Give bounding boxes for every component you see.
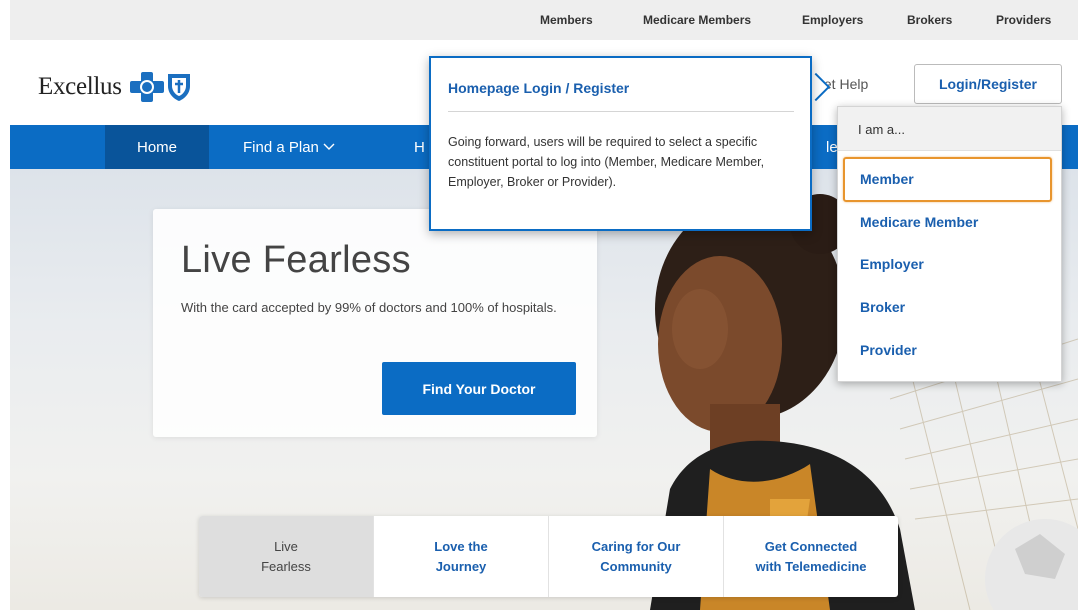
dropdown-item-broker[interactable]: Broker bbox=[860, 299, 905, 315]
tab-telemedicine[interactable]: Get Connected with Telemedicine bbox=[723, 516, 898, 597]
feature-tabs: Live Fearless Love the Journey Caring fo… bbox=[199, 516, 898, 597]
utility-link-providers[interactable]: Providers bbox=[996, 13, 1051, 27]
chevron-down-icon bbox=[323, 143, 335, 150]
login-info-popup: Homepage Login / Register Going forward,… bbox=[429, 56, 812, 231]
dropdown-header-label: I am a... bbox=[858, 122, 905, 137]
nav-item-find-plan[interactable]: Find a Plan bbox=[243, 125, 335, 169]
logo-wordmark: Excellus bbox=[38, 73, 122, 100]
tab-live-fearless[interactable]: Live Fearless bbox=[199, 516, 373, 597]
login-portal-dropdown: I am a... Member Medicare Member Employe… bbox=[837, 106, 1062, 382]
nav-item-home[interactable]: Home bbox=[105, 125, 209, 169]
hero-title: Live Fearless bbox=[181, 239, 411, 281]
popup-divider bbox=[448, 111, 794, 112]
utility-link-employers[interactable]: Employers bbox=[802, 13, 863, 27]
utility-link-brokers[interactable]: Brokers bbox=[907, 13, 952, 27]
popup-title: Homepage Login / Register bbox=[448, 80, 630, 96]
utility-bar: Members Medicare Members Employers Broke… bbox=[10, 0, 1078, 40]
nav-item-find-plan-label: Find a Plan bbox=[243, 138, 319, 156]
tab-love-the-journey[interactable]: Love the Journey bbox=[373, 516, 548, 597]
utility-link-members[interactable]: Members bbox=[540, 13, 593, 27]
blue-shield-icon bbox=[167, 74, 190, 101]
utility-link-medicare-members[interactable]: Medicare Members bbox=[643, 13, 751, 27]
dropdown-item-employer[interactable]: Employer bbox=[860, 256, 924, 272]
login-register-button[interactable]: Login/Register bbox=[914, 64, 1062, 104]
tab-caring-for-community[interactable]: Caring for Our Community bbox=[548, 516, 723, 597]
dropdown-item-medicare-member[interactable]: Medicare Member bbox=[860, 214, 978, 230]
popup-body: Going forward, users will be required to… bbox=[448, 135, 765, 189]
dropdown-header: I am a... bbox=[838, 107, 1061, 151]
hero-subtitle: With the card accepted by 99% of doctors… bbox=[181, 300, 557, 315]
dropdown-item-provider[interactable]: Provider bbox=[860, 342, 917, 358]
find-your-doctor-button[interactable]: Find Your Doctor bbox=[382, 362, 576, 415]
nav-item-partial-h[interactable]: H bbox=[414, 125, 425, 169]
dropdown-item-member[interactable]: Member bbox=[860, 171, 914, 187]
hero-card: Live Fearless With the card accepted by … bbox=[153, 209, 597, 437]
blue-cross-icon bbox=[129, 72, 164, 102]
site-logo[interactable]: Excellus bbox=[38, 72, 192, 102]
